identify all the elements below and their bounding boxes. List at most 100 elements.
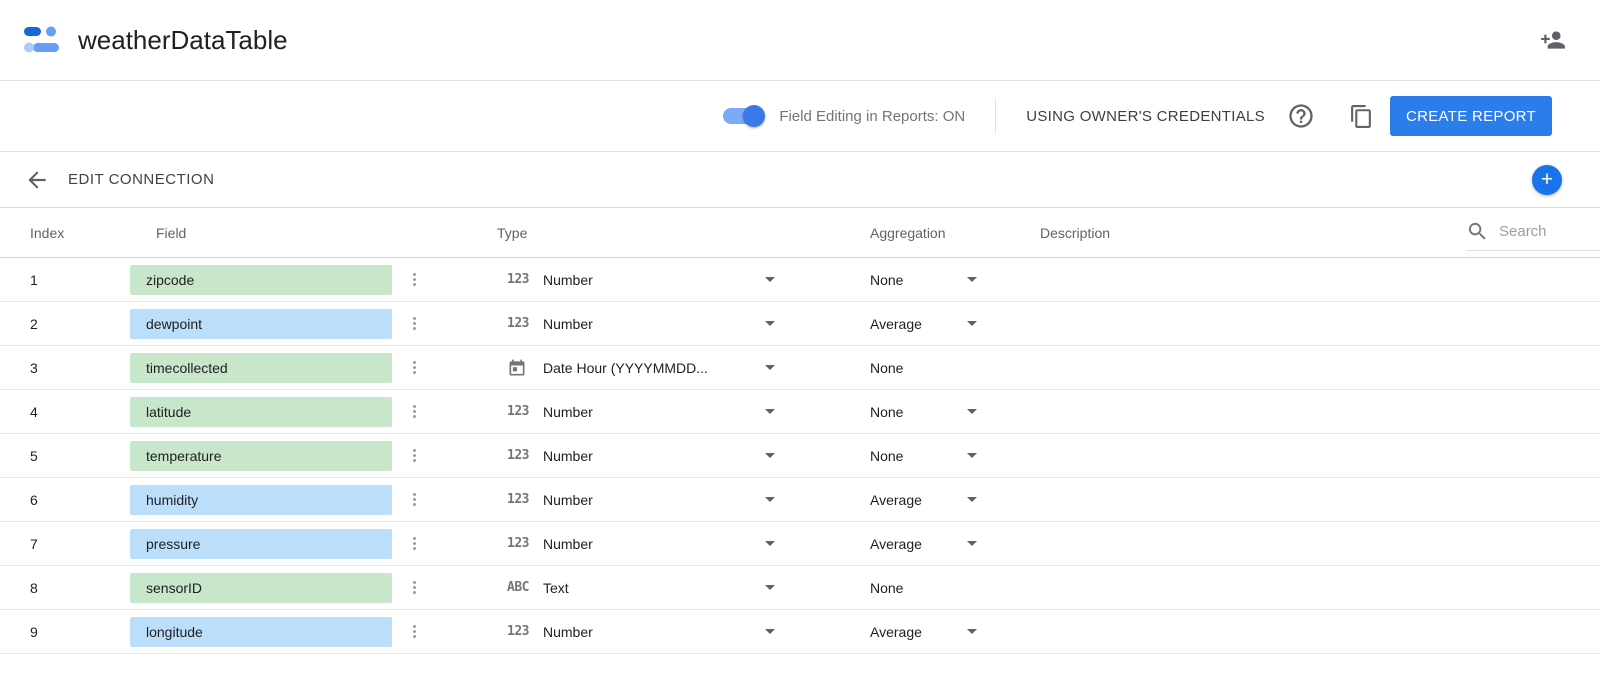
aggregation-select[interactable]: Average [835, 492, 977, 508]
field-cell: humidity [130, 485, 497, 515]
back-arrow-icon[interactable] [24, 167, 50, 193]
field-name-chip[interactable]: zipcode [130, 265, 392, 295]
chevron-down-icon [967, 277, 977, 282]
field-cell: latitude [130, 397, 497, 427]
add-person-share-icon[interactable] [1540, 27, 1566, 53]
type-select[interactable]: 123Number [497, 404, 775, 420]
row-index: 6 [0, 492, 130, 508]
table-body: 1zipcode123NumberNone2dewpoint123NumberA… [0, 258, 1600, 654]
aggregation-select[interactable]: None [835, 404, 977, 420]
row-index: 9 [0, 624, 130, 640]
description-cell[interactable] [1040, 522, 1600, 565]
number-type-icon: 123 [497, 404, 543, 419]
row-index: 8 [0, 580, 130, 596]
type-cell: 123Number [497, 272, 835, 288]
number-type-icon: 123 [497, 536, 543, 551]
field-name-chip[interactable]: humidity [130, 485, 392, 515]
type-select[interactable]: 123Number [497, 316, 775, 332]
number-type-icon: 123 [497, 492, 543, 507]
chevron-down-icon [967, 453, 977, 458]
aggregation-select[interactable]: None [835, 448, 977, 464]
table-row: 4latitude123NumberNone [0, 390, 1600, 434]
type-cell: 123Number [497, 448, 835, 464]
type-select[interactable]: 123Number [497, 272, 775, 288]
edit-connection-label[interactable]: EDIT CONNECTION [68, 171, 214, 188]
field-overflow-menu-icon[interactable] [402, 532, 426, 556]
toolbar-divider [995, 99, 996, 133]
text-type-icon: ABC [497, 580, 543, 595]
chevron-down-icon [967, 629, 977, 634]
calendar-type-icon [497, 358, 543, 378]
field-name-chip[interactable]: latitude [130, 397, 392, 427]
aggregation-select[interactable]: Average [835, 316, 977, 332]
aggregation-cell: Average [835, 624, 1040, 640]
aggregation-select[interactable]: Average [835, 536, 977, 552]
field-overflow-menu-icon[interactable] [402, 444, 426, 468]
app-logo-icon [24, 24, 60, 56]
search-icon[interactable] [1466, 220, 1489, 243]
field-name-chip[interactable]: pressure [130, 529, 392, 559]
add-field-button[interactable]: + [1532, 165, 1562, 195]
type-select[interactable]: 123Number [497, 536, 775, 552]
field-overflow-menu-icon[interactable] [402, 576, 426, 600]
description-cell[interactable] [1040, 258, 1600, 301]
description-cell[interactable] [1040, 346, 1600, 389]
row-index: 5 [0, 448, 130, 464]
column-header-type: Type [497, 225, 835, 241]
number-type-icon: 123 [497, 272, 543, 287]
description-cell[interactable] [1040, 390, 1600, 433]
aggregation-cell: None [835, 360, 1040, 376]
field-name-chip[interactable]: timecollected [130, 353, 392, 383]
type-select[interactable]: 123Number [497, 624, 775, 640]
table-row: 5temperature 123Number None [0, 434, 1600, 478]
credentials-label: USING OWNER'S CREDENTIALS [1026, 108, 1265, 125]
row-index: 1 [0, 272, 130, 288]
chevron-down-icon [765, 453, 775, 458]
aggregation-select[interactable]: None [835, 272, 977, 288]
search-input[interactable] [1499, 223, 1585, 240]
type-select[interactable]: ABCText [497, 580, 775, 596]
field-overflow-menu-icon[interactable] [402, 400, 426, 424]
chevron-down-icon [967, 541, 977, 546]
table-row: 2dewpoint123NumberAverage [0, 302, 1600, 346]
field-overflow-menu-icon[interactable] [402, 312, 426, 336]
type-select[interactable]: 123Number [497, 492, 775, 508]
aggregation-cell: Average [835, 316, 1040, 332]
field-editing-toggle[interactable] [723, 108, 763, 124]
field-overflow-menu-icon[interactable] [402, 620, 426, 644]
description-cell[interactable] [1040, 610, 1600, 653]
description-cell[interactable] [1040, 566, 1600, 609]
number-type-icon: 123 [497, 316, 543, 331]
type-select[interactable]: Date Hour (YYYYMMDD... [497, 358, 775, 378]
number-type-icon: 123 [497, 624, 543, 639]
chevron-down-icon [765, 409, 775, 414]
aggregation-select[interactable]: Average [835, 624, 977, 640]
field-overflow-menu-icon[interactable] [402, 356, 426, 380]
copy-icon[interactable] [1349, 104, 1374, 129]
field-name-chip[interactable]: sensorID [130, 573, 392, 603]
aggregation-cell: Average [835, 536, 1040, 552]
field-name-chip[interactable]: temperature [130, 441, 392, 471]
type-cell: ABCText [497, 580, 835, 596]
type-cell: 123Number [497, 624, 835, 640]
row-index: 3 [0, 360, 130, 376]
description-cell[interactable] [1040, 302, 1600, 345]
description-cell[interactable] [1040, 478, 1600, 521]
create-report-button[interactable]: CREATE REPORT [1390, 96, 1552, 136]
field-overflow-menu-icon[interactable] [402, 488, 426, 512]
aggregation-cell: None [835, 580, 1040, 596]
description-cell[interactable] [1040, 434, 1600, 477]
field-cell: sensorID [130, 573, 497, 603]
aggregation-cell: None [835, 448, 1040, 464]
field-overflow-menu-icon[interactable] [402, 268, 426, 292]
field-cell: dewpoint [130, 309, 497, 339]
field-cell: zipcode [130, 265, 497, 295]
field-name-chip[interactable]: dewpoint [130, 309, 392, 339]
field-name-chip[interactable]: longitude [130, 617, 392, 647]
help-icon[interactable] [1287, 102, 1315, 130]
chevron-down-icon [967, 409, 977, 414]
type-select[interactable]: 123Number [497, 448, 775, 464]
table-row: 7pressure123NumberAverage [0, 522, 1600, 566]
table-row: 6humidity 123Number Average [0, 478, 1600, 522]
aggregation-cell: None [835, 404, 1040, 420]
